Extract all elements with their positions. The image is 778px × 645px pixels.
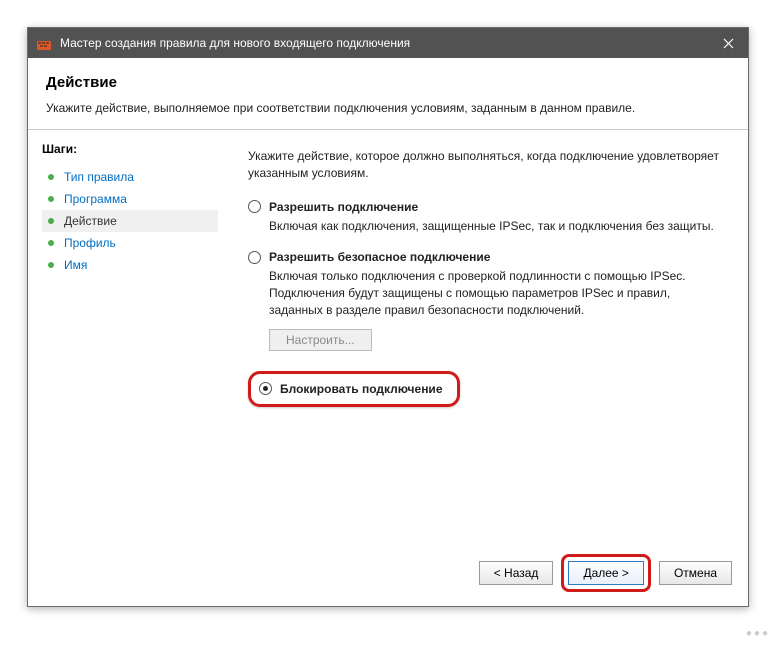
bullet-icon — [48, 174, 54, 180]
radio-allow-secure[interactable] — [248, 251, 261, 264]
highlight-block: Блокировать подключение — [248, 371, 460, 407]
window-title: Мастер создания правила для нового входя… — [60, 36, 708, 50]
next-button[interactable]: Далее > — [568, 561, 644, 585]
option-allow-secure-desc: Включая только подключения с проверкой п… — [269, 268, 726, 318]
bullet-icon — [48, 240, 54, 246]
intro-text: Укажите действие, которое должно выполня… — [248, 148, 726, 182]
option-allow-secure: Разрешить безопасное подключение Включая… — [248, 250, 726, 350]
highlight-next: Далее > — [561, 554, 651, 592]
footer-buttons: < Назад Далее > Отмена — [479, 554, 732, 592]
radio-block-label: Блокировать подключение — [280, 382, 443, 396]
option-allow: Разрешить подключение Включая как подклю… — [248, 200, 726, 235]
radio-allow-secure-label: Разрешить безопасное подключение — [269, 250, 490, 264]
option-allow-desc: Включая как подключения, защищенные IPSe… — [269, 218, 726, 235]
bullet-icon — [48, 262, 54, 268]
step-action[interactable]: Действие — [42, 210, 218, 232]
radio-allow[interactable] — [248, 200, 261, 213]
step-program[interactable]: Программа — [42, 188, 218, 210]
close-button[interactable] — [708, 28, 748, 58]
step-profile[interactable]: Профиль — [42, 232, 218, 254]
header: Действие Укажите действие, выполняемое п… — [28, 58, 748, 130]
back-button[interactable]: < Назад — [479, 561, 554, 585]
radio-block[interactable] — [259, 382, 272, 395]
titlebar: Мастер создания правила для нового входя… — [28, 28, 748, 58]
page-title: Действие — [46, 74, 730, 91]
option-block: Блокировать подключение — [248, 367, 726, 407]
step-label: Действие — [64, 214, 117, 228]
body: Шаги: Тип правила Программа Действие Про… — [28, 130, 748, 596]
cancel-button[interactable]: Отмена — [659, 561, 732, 585]
wizard-dialog: Мастер создания правила для нового входя… — [27, 27, 749, 607]
resize-grip-icon: ●●● — [746, 628, 770, 639]
steps-sidebar: Шаги: Тип правила Программа Действие Про… — [28, 130, 218, 596]
close-icon — [723, 38, 734, 49]
step-name[interactable]: Имя — [42, 254, 218, 276]
bullet-icon — [48, 196, 54, 202]
radio-allow-label: Разрешить подключение — [269, 200, 418, 214]
step-rule-type[interactable]: Тип правила — [42, 166, 218, 188]
content-pane: Укажите действие, которое должно выполня… — [218, 130, 748, 596]
configure-button: Настроить... — [269, 329, 372, 351]
steps-label: Шаги: — [42, 142, 218, 156]
step-label: Профиль — [64, 236, 116, 250]
page-subtitle: Укажите действие, выполняемое при соотве… — [46, 101, 730, 115]
step-label: Программа — [64, 192, 127, 206]
step-label: Имя — [64, 258, 87, 272]
app-icon — [36, 35, 52, 51]
step-label: Тип правила — [64, 170, 134, 184]
bullet-icon — [48, 218, 54, 224]
